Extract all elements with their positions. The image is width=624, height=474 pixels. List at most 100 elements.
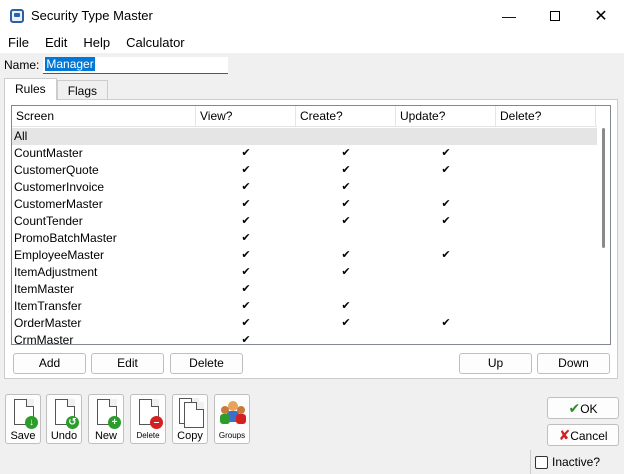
- table-row[interactable]: CrmMaster ✔: [12, 332, 598, 345]
- create-check-cell[interactable]: [296, 281, 396, 298]
- view-check-cell[interactable]: ✔: [196, 298, 296, 315]
- column-header-delete[interactable]: Delete?: [496, 106, 596, 127]
- undo-button[interactable]: ↺ Undo: [46, 394, 82, 444]
- move-down-button[interactable]: Down: [537, 353, 610, 374]
- new-button[interactable]: + New: [88, 394, 124, 444]
- create-check-cell[interactable]: [296, 128, 396, 145]
- update-check-cell[interactable]: [396, 128, 496, 145]
- update-check-cell[interactable]: [396, 298, 496, 315]
- delete-check-cell[interactable]: [496, 315, 596, 332]
- delete-rule-button[interactable]: Delete: [170, 353, 243, 374]
- create-check-cell[interactable]: ✔: [296, 196, 396, 213]
- tab-flags[interactable]: Flags: [56, 80, 109, 100]
- delete-check-cell[interactable]: [496, 179, 596, 196]
- table-row[interactable]: CustomerMaster ✔ ✔ ✔: [12, 196, 598, 213]
- update-check-cell[interactable]: [396, 264, 496, 281]
- delete-check-cell[interactable]: [496, 298, 596, 315]
- cancel-button[interactable]: ✘Cancel: [547, 424, 619, 446]
- view-check-cell[interactable]: ✔: [196, 315, 296, 332]
- rules-grid[interactable]: Screen View? Create? Update? Delete? All…: [11, 105, 611, 345]
- create-check-cell[interactable]: ✔: [296, 298, 396, 315]
- table-row[interactable]: CustomerInvoice ✔ ✔: [12, 179, 598, 196]
- ok-button[interactable]: ✔OK: [547, 397, 619, 419]
- update-check-cell[interactable]: ✔: [396, 145, 496, 162]
- scrollbar-thumb[interactable]: [602, 128, 605, 248]
- create-check-cell[interactable]: ✔: [296, 264, 396, 281]
- groups-button[interactable]: Groups: [214, 394, 250, 444]
- update-check-cell[interactable]: ✔: [396, 213, 496, 230]
- create-check-cell[interactable]: [296, 230, 396, 247]
- inactive-checkbox[interactable]: [535, 455, 548, 469]
- table-row[interactable]: All: [12, 128, 598, 145]
- table-row[interactable]: CustomerQuote ✔ ✔ ✔: [12, 162, 598, 179]
- move-up-button[interactable]: Up: [459, 353, 532, 374]
- update-check-cell[interactable]: ✔: [396, 247, 496, 264]
- add-rule-button[interactable]: Add: [13, 353, 86, 374]
- delete-check-cell[interactable]: [496, 281, 596, 298]
- view-check-cell[interactable]: ✔: [196, 162, 296, 179]
- inactive-toggle[interactable]: Inactive?: [530, 450, 624, 474]
- close-button[interactable]: ✕: [578, 0, 624, 32]
- update-check-cell[interactable]: ✔: [396, 315, 496, 332]
- copy-button[interactable]: Copy: [172, 394, 208, 444]
- table-row[interactable]: ItemAdjustment ✔ ✔: [12, 264, 598, 281]
- create-check-cell[interactable]: [296, 332, 396, 344]
- column-header-screen[interactable]: Screen: [12, 106, 196, 127]
- update-check-cell[interactable]: [396, 332, 496, 344]
- column-header-view[interactable]: View?: [196, 106, 296, 127]
- view-check-cell[interactable]: ✔: [196, 179, 296, 196]
- delete-check-cell[interactable]: [496, 264, 596, 281]
- update-check-cell[interactable]: [396, 281, 496, 298]
- create-check-cell[interactable]: ✔: [296, 213, 396, 230]
- save-button[interactable]: ↓ Save: [5, 394, 41, 444]
- table-row[interactable]: EmployeeMaster ✔ ✔ ✔: [12, 247, 598, 264]
- view-check-cell[interactable]: ✔: [196, 247, 296, 264]
- table-row[interactable]: PromoBatchMaster ✔: [12, 230, 598, 247]
- table-row[interactable]: ItemTransfer ✔ ✔: [12, 298, 598, 315]
- view-check-cell[interactable]: ✔: [196, 145, 296, 162]
- create-check-cell[interactable]: ✔: [296, 162, 396, 179]
- menu-edit[interactable]: Edit: [37, 32, 75, 53]
- delete-check-cell[interactable]: [496, 332, 596, 344]
- view-check-cell[interactable]: ✔: [196, 213, 296, 230]
- update-check-cell[interactable]: ✔: [396, 196, 496, 213]
- create-check-cell[interactable]: ✔: [296, 145, 396, 162]
- maximize-button[interactable]: [532, 0, 578, 32]
- edit-rule-button[interactable]: Edit: [91, 353, 164, 374]
- vertical-scrollbar[interactable]: [597, 106, 610, 344]
- create-check-cell[interactable]: ✔: [296, 179, 396, 196]
- delete-check-cell[interactable]: [496, 213, 596, 230]
- create-check-cell[interactable]: ✔: [296, 315, 396, 332]
- menu-help[interactable]: Help: [75, 32, 118, 53]
- menu-file[interactable]: File: [0, 32, 37, 53]
- minimize-button[interactable]: —: [486, 0, 532, 32]
- table-row[interactable]: CountMaster ✔ ✔ ✔: [12, 145, 598, 162]
- check-icon: ✔: [241, 334, 251, 345]
- update-check-cell[interactable]: [396, 179, 496, 196]
- view-check-cell[interactable]: [196, 128, 296, 145]
- view-check-cell[interactable]: ✔: [196, 230, 296, 247]
- delete-check-cell[interactable]: [496, 230, 596, 247]
- create-check-cell[interactable]: ✔: [296, 247, 396, 264]
- table-row[interactable]: ItemMaster ✔: [12, 281, 598, 298]
- name-input[interactable]: Manager: [43, 56, 229, 74]
- tab-rules[interactable]: Rules: [4, 78, 57, 100]
- table-row[interactable]: CountTender ✔ ✔ ✔: [12, 213, 598, 230]
- menu-calculator[interactable]: Calculator: [118, 32, 193, 53]
- view-check-cell[interactable]: ✔: [196, 281, 296, 298]
- update-check-cell[interactable]: ✔: [396, 162, 496, 179]
- delete-check-cell[interactable]: [496, 162, 596, 179]
- delete-check-cell[interactable]: [496, 196, 596, 213]
- delete-check-cell[interactable]: [496, 145, 596, 162]
- column-header-update[interactable]: Update?: [396, 106, 496, 127]
- view-check-cell[interactable]: ✔: [196, 264, 296, 281]
- update-check-cell[interactable]: [396, 230, 496, 247]
- view-check-cell[interactable]: ✔: [196, 196, 296, 213]
- delete-check-cell[interactable]: [496, 247, 596, 264]
- table-row[interactable]: OrderMaster ✔ ✔ ✔: [12, 315, 598, 332]
- delete-check-cell[interactable]: [496, 128, 596, 145]
- column-header-create[interactable]: Create?: [296, 106, 396, 127]
- view-check-cell[interactable]: ✔: [196, 332, 296, 345]
- check-icon: ✔: [341, 181, 351, 193]
- delete-button[interactable]: – Delete: [130, 394, 166, 444]
